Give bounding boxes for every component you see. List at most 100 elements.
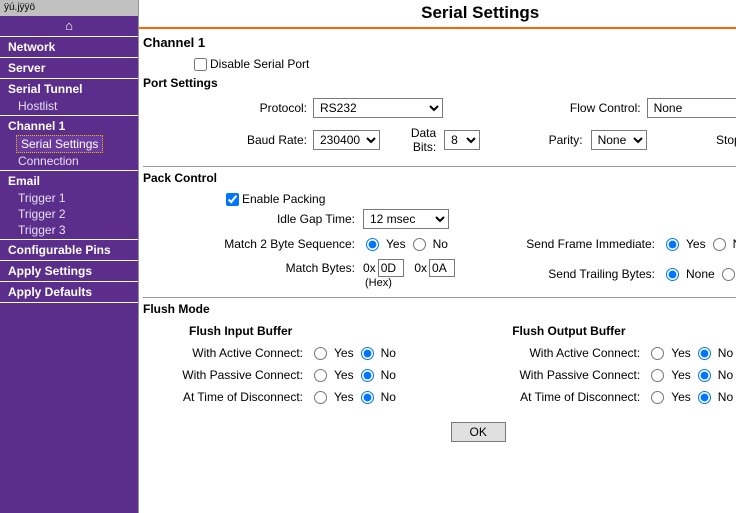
sidebar-item-serial-settings[interactable]: Serial Settings — [16, 135, 103, 153]
hex-prefix-1: 0x — [363, 261, 376, 275]
flow-control-label: Flow Control: — [480, 101, 647, 115]
pack-control-grid: Idle Gap Time: 12 msec Match 2 Byte Sequ… — [143, 209, 736, 289]
data-bits-label: Data Bits: — [388, 126, 436, 154]
trailing-bytes-radios: None One Two — [663, 267, 736, 281]
flush-in-disconnect-yes-radio[interactable] — [314, 391, 327, 404]
home-icon: ⌂ — [65, 18, 73, 33]
submit-row: OK — [143, 408, 736, 442]
flush-in-passive-yes-label: Yes — [334, 368, 354, 382]
enable-packing-checkbox[interactable] — [226, 193, 239, 206]
sidebar-item-trigger-1[interactable]: Trigger 1 — [0, 190, 138, 206]
flush-out-active-yes-radio[interactable] — [651, 347, 664, 360]
flush-mode-heading: Flush Mode — [143, 300, 736, 320]
content-area: Channel 1 Disable Serial Port Port Setti… — [139, 29, 736, 450]
enable-packing-label: Enable Packing — [242, 192, 325, 206]
flush-output-col: Flush Output Buffer With Active Connect:… — [498, 324, 736, 408]
trailing-one-radio[interactable] — [722, 268, 735, 281]
flush-out-disconnect-no-label: No — [718, 390, 733, 404]
send-frame-no-label: No — [733, 237, 736, 251]
channel-heading: Channel 1 — [143, 29, 736, 54]
disable-serial-checkbox[interactable] — [194, 58, 207, 71]
sidebar-item-trigger-2[interactable]: Trigger 2 — [0, 206, 138, 222]
flush-out-disconnect-yes-label: Yes — [671, 390, 691, 404]
match-2byte-yes-label: Yes — [386, 237, 406, 251]
flush-out-disconnect-no-radio[interactable] — [698, 391, 711, 404]
hex-prefix-2: 0x — [414, 261, 427, 275]
flush-in-active-no-radio[interactable] — [361, 347, 374, 360]
flush-in-passive-no-label: No — [381, 368, 396, 382]
trailing-none-radio[interactable] — [666, 268, 679, 281]
match-byte-1-input[interactable] — [378, 259, 404, 277]
flush-out-passive-no-radio[interactable] — [698, 369, 711, 382]
flush-in-disconnect-yes-label: Yes — [334, 390, 354, 404]
sidebar-item-email[interactable]: Email — [0, 172, 138, 190]
trailing-none-label: None — [686, 267, 715, 281]
sidebar-item-trigger-3[interactable]: Trigger 3 — [0, 222, 138, 238]
send-frame-label: Send Frame Immediate: — [523, 237, 663, 251]
sidebar: ÿú.jÿÿö ⌂ Network Server Serial Tunnel H… — [0, 0, 138, 513]
match-2byte-no-radio[interactable] — [413, 238, 426, 251]
send-frame-no-radio[interactable] — [713, 238, 726, 251]
flush-out-passive-no-label: No — [718, 368, 733, 382]
main-panel: Serial Settings Channel 1 Disable Serial… — [138, 0, 736, 513]
pack-control-heading: Pack Control — [143, 169, 736, 189]
sidebar-item-network[interactable]: Network — [0, 38, 138, 56]
sidebar-item-channel-1[interactable]: Channel 1 — [0, 117, 138, 135]
trailing-bytes-label: Send Trailing Bytes: — [523, 267, 663, 281]
protocol-label: Protocol: — [143, 101, 313, 115]
port-settings-grid: Protocol: RS232 Flow Control: None Baud … — [143, 94, 736, 158]
section-divider-1 — [143, 166, 736, 167]
sidebar-item-apply-settings[interactable]: Apply Settings — [0, 262, 138, 280]
sidebar-item-hostlist[interactable]: Hostlist — [0, 98, 138, 114]
corner-text: ÿú.jÿÿö — [0, 0, 138, 16]
sidebar-item-serial-tunnel[interactable]: Serial Tunnel — [0, 80, 138, 98]
idle-gap-select[interactable]: 12 msec — [363, 209, 449, 229]
flush-in-active-label: With Active Connect: — [161, 346, 311, 360]
flush-out-passive-label: With Passive Connect: — [498, 368, 648, 382]
match-2byte-yes-radio[interactable] — [366, 238, 379, 251]
baud-rate-label: Baud Rate: — [143, 133, 313, 147]
parity-label: Parity: — [549, 133, 583, 147]
flush-out-active-no-radio[interactable] — [698, 347, 711, 360]
parity-select[interactable]: None — [591, 130, 647, 150]
hex-note: (Hex) — [363, 277, 523, 289]
sidebar-item-apply-defaults[interactable]: Apply Defaults — [0, 283, 138, 301]
sidebar-item-configurable-pins[interactable]: Configurable Pins — [0, 241, 138, 259]
flush-out-active-no-label: No — [718, 346, 733, 360]
data-bits-select[interactable]: 8 — [444, 130, 480, 150]
flush-out-active-label: With Active Connect: — [498, 346, 648, 360]
flush-columns: Flush Input Buffer With Active Connect: … — [143, 320, 736, 408]
flush-output-heading: Flush Output Buffer — [498, 324, 736, 342]
protocol-select[interactable]: RS232 — [313, 98, 443, 118]
match-bytes-label: Match Bytes: — [286, 261, 355, 275]
match-2byte-no-label: No — [433, 237, 448, 251]
disable-serial-label: Disable Serial Port — [210, 57, 309, 71]
flush-in-passive-no-radio[interactable] — [361, 369, 374, 382]
stop-bits-label: Stop Bits: — [716, 133, 736, 147]
send-frame-radios: Yes No — [663, 237, 736, 251]
flush-out-active-yes-label: Yes — [671, 346, 691, 360]
flush-out-disconnect-yes-radio[interactable] — [651, 391, 664, 404]
idle-gap-label: Idle Gap Time: — [143, 212, 363, 226]
flush-in-active-yes-radio[interactable] — [314, 347, 327, 360]
match-2byte-label: Match 2 Byte Sequence: — [143, 237, 363, 251]
flow-control-select[interactable]: None — [647, 98, 736, 118]
flush-out-passive-yes-radio[interactable] — [651, 369, 664, 382]
flush-in-disconnect-no-label: No — [381, 390, 396, 404]
port-settings-heading: Port Settings — [143, 74, 736, 94]
ok-button[interactable]: OK — [451, 422, 506, 442]
send-frame-yes-radio[interactable] — [666, 238, 679, 251]
flush-in-passive-yes-radio[interactable] — [314, 369, 327, 382]
home-row[interactable]: ⌂ — [0, 16, 138, 35]
flush-out-disconnect-label: At Time of Disconnect: — [498, 390, 648, 404]
flush-in-passive-label: With Passive Connect: — [161, 368, 311, 382]
sidebar-item-server[interactable]: Server — [0, 59, 138, 77]
flush-in-disconnect-label: At Time of Disconnect: — [161, 390, 311, 404]
baud-rate-select[interactable]: 230400 — [313, 130, 380, 150]
flush-in-disconnect-no-radio[interactable] — [361, 391, 374, 404]
sidebar-item-connection[interactable]: Connection — [0, 153, 138, 169]
send-frame-yes-label: Yes — [686, 237, 706, 251]
page-title: Serial Settings — [139, 0, 736, 27]
match-byte-2-input[interactable] — [429, 259, 455, 277]
flush-out-passive-yes-label: Yes — [671, 368, 691, 382]
